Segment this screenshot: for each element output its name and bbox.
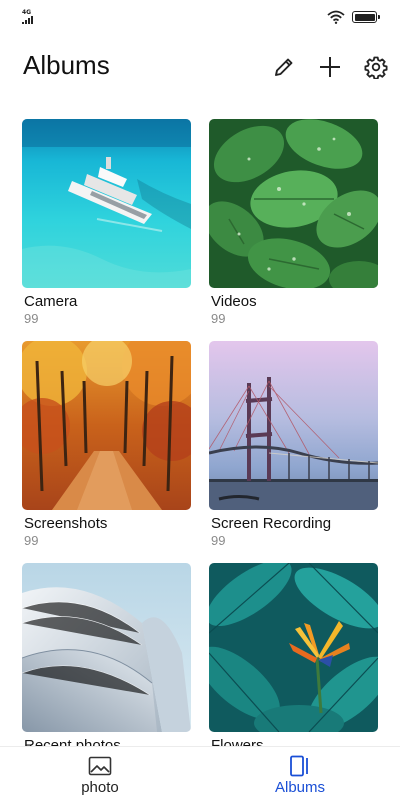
settings-button[interactable] — [363, 54, 389, 80]
album-flowers[interactable]: Flowers 99 — [209, 563, 378, 746]
album-videos[interactable]: Videos 99 — [209, 119, 378, 326]
gear-icon — [364, 56, 388, 79]
album-thumbnail — [22, 119, 191, 288]
tab-label: photo — [81, 779, 119, 796]
album-name: Recent photos — [24, 737, 121, 746]
tab-label: Albums — [274, 779, 326, 796]
album-name: Screen Recording — [211, 515, 332, 532]
album-name: Flowers — [211, 737, 264, 746]
album-thumbnail — [22, 341, 191, 510]
tab-photo[interactable]: photo — [0, 747, 200, 800]
add-album-button[interactable] — [317, 54, 343, 80]
album-thumbnail — [209, 563, 378, 732]
album-count: 99 — [24, 311, 39, 326]
header: Albums — [0, 44, 400, 88]
signal-icon: 4G — [22, 9, 40, 24]
page-title: Albums — [23, 50, 110, 80]
album-screenshots[interactable]: Screenshots 99 — [22, 341, 191, 548]
edit-button[interactable] — [271, 54, 297, 80]
plus-icon — [320, 57, 340, 77]
album-count: 99 — [24, 533, 39, 548]
image-icon — [87, 755, 113, 777]
album-camera[interactable]: Camera 99 — [22, 119, 191, 326]
album-name: Camera — [24, 293, 78, 310]
battery-icon — [352, 11, 380, 23]
album-recent-photos[interactable]: Recent photos 99 — [22, 563, 191, 746]
album-grid: Camera 99 Videos 99 Screenshots 99 Scree… — [22, 119, 378, 746]
album-thumbnail — [209, 341, 378, 510]
status-bar: 4G — [0, 0, 400, 34]
album-count: 99 — [211, 533, 226, 548]
album-thumbnail — [209, 119, 378, 288]
tab-albums[interactable]: Albums — [200, 747, 400, 800]
network-type: 4G — [22, 9, 32, 16]
album-name: Videos — [211, 293, 257, 310]
album-thumbnail — [22, 563, 191, 732]
album-screen-recording[interactable]: Screen Recording 99 — [209, 341, 378, 548]
album-name: Screenshots — [24, 515, 108, 532]
pencil-icon — [275, 58, 293, 76]
bottom-navigation: photo Albums — [0, 746, 400, 800]
wifi-icon — [327, 10, 345, 24]
albums-icon — [287, 755, 313, 777]
album-count: 99 — [211, 311, 226, 326]
